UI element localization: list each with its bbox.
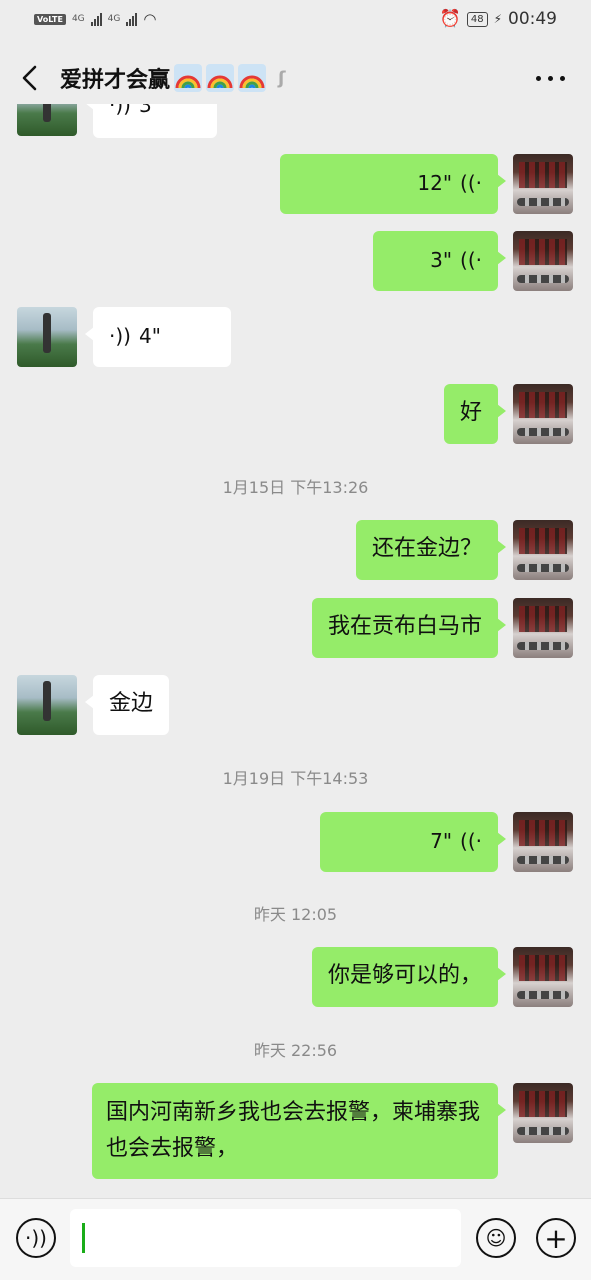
rainbow-emoji-icon [174, 64, 203, 92]
clock: 00:49 [508, 9, 557, 29]
text-message[interactable]: 还在金边？ [355, 520, 507, 580]
signal-icon [90, 12, 102, 26]
timestamp: 昨天 12:05 [253, 905, 338, 924]
text-message[interactable]: 我在贡布白马市 [311, 598, 507, 658]
my-avatar[interactable] [513, 384, 573, 444]
timestamp: 1月19日 下午14:53 [222, 769, 369, 788]
message-list[interactable]: ·)) 3" 12" ((· 3" ((· ·)) 4" 好 1月15日 下午13:26… [0, 104, 591, 1198]
voice-message[interactable]: ·)) 4" [85, 307, 231, 367]
network-type-1: 4G [71, 14, 85, 24]
voice-message[interactable]: ·)) 3" [85, 104, 217, 138]
voice-duration: 3" [430, 248, 453, 272]
text-cursor [82, 1223, 85, 1253]
chat-header: 爱拼才会赢 ʃ [0, 40, 591, 114]
text-message[interactable]: 你是够可以的， [311, 947, 507, 1007]
my-avatar[interactable] [513, 598, 573, 658]
battery-icon: 48 [466, 11, 488, 27]
text-message[interactable]: 金边 [84, 675, 170, 735]
wifi-icon: ◠ [143, 10, 157, 28]
voice-duration: 7" [430, 829, 453, 853]
voice-wave-icon: ·)) [109, 324, 131, 348]
text-message[interactable]: 国内河南新乡我也会去报警，柬埔寨我也会去报警， [92, 1083, 506, 1179]
my-avatar[interactable] [513, 520, 573, 580]
chevron-left-icon[interactable] [18, 64, 42, 92]
timestamp: 昨天 22:56 [253, 1041, 338, 1060]
text-message[interactable]: 好 [443, 384, 507, 444]
voice-duration: 12" [417, 171, 453, 195]
my-avatar[interactable] [513, 154, 573, 214]
voice-wave-icon: ((· [460, 829, 482, 853]
earpiece-icon: ʃ [278, 67, 286, 89]
voice-duration: 4" [138, 324, 161, 348]
timestamp: 1月15日 下午13:26 [222, 478, 369, 497]
chat-title: 爱拼才会赢 ʃ [60, 62, 286, 94]
voice-wave-icon: ((· [460, 248, 482, 272]
network-type-2: 4G [107, 14, 121, 24]
contact-avatar[interactable] [17, 104, 77, 136]
contact-avatar[interactable] [17, 675, 77, 735]
voice-message[interactable]: 3" ((· [373, 231, 506, 291]
message-input[interactable] [70, 1209, 461, 1267]
more-dots-icon[interactable] [536, 76, 565, 81]
rainbow-emoji-icon [238, 64, 267, 92]
voice-message[interactable]: 7" ((· [320, 812, 506, 872]
status-bar: VoLTE 4G 4G ◠ ⏰ 48 ⚡ 00:49 [0, 0, 591, 40]
charging-icon: ⚡ [493, 12, 502, 26]
emoji-icon[interactable]: ☺ [476, 1218, 516, 1258]
rainbow-emoji-icon [206, 64, 235, 92]
signal-icon-2 [126, 12, 138, 26]
my-avatar[interactable] [513, 1083, 573, 1143]
plus-icon[interactable]: + [536, 1218, 576, 1258]
chat-title-text: 爱拼才会赢 [60, 68, 171, 93]
contact-avatar[interactable] [17, 307, 77, 367]
volte-badge: VoLTE [34, 13, 66, 25]
voice-duration: 3" [138, 104, 161, 117]
voice-input-icon[interactable]: ·)) [16, 1218, 56, 1258]
input-bar: ·)) ☺ + [0, 1198, 591, 1280]
my-avatar[interactable] [513, 231, 573, 291]
alarm-icon: ⏰ [439, 9, 461, 29]
my-avatar[interactable] [513, 947, 573, 1007]
voice-wave-icon: ·)) [109, 104, 131, 117]
my-avatar[interactable] [513, 812, 573, 872]
voice-message[interactable]: 12" ((· [280, 154, 506, 214]
voice-wave-icon: ((· [460, 171, 482, 195]
